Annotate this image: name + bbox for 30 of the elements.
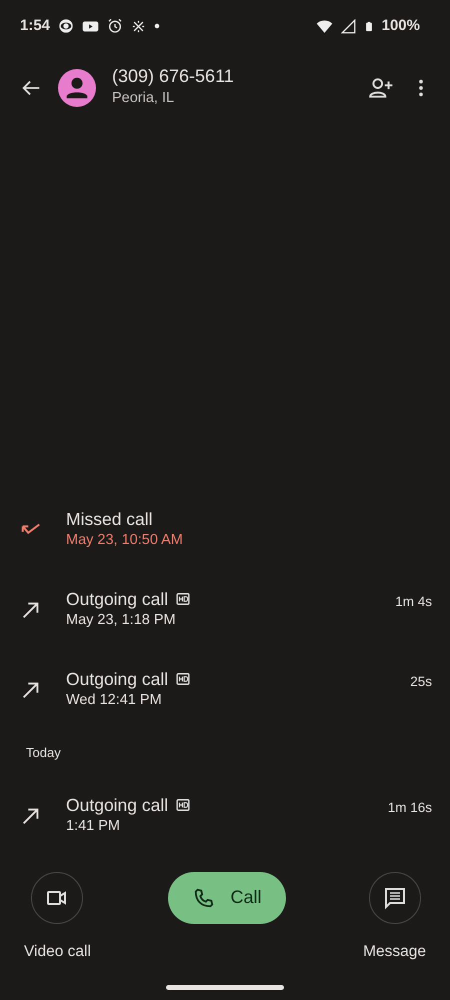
- status-time: 1:54: [20, 16, 50, 36]
- call-time: May 23, 1:18 PM: [66, 611, 177, 630]
- call-type: Outgoing call: [66, 794, 168, 816]
- call-time: May 23, 10:50 AM: [66, 531, 183, 550]
- phone-icon: [192, 886, 214, 909]
- eye-icon: [58, 18, 74, 34]
- call-duration: 1m 16s: [388, 798, 432, 817]
- call-type: Outgoing call: [66, 588, 168, 610]
- signal-icon: [340, 18, 356, 34]
- call-duration: 1m 4s: [395, 592, 432, 611]
- action-label: Video call: [24, 942, 91, 962]
- video-call-button[interactable]: [31, 872, 84, 924]
- message-button[interactable]: [368, 872, 421, 924]
- call-type: Outgoing call: [66, 668, 168, 690]
- section-heading: Today: [26, 744, 61, 762]
- alarm-icon: [107, 18, 124, 34]
- call-button[interactable]: Call: [168, 872, 286, 924]
- battery-level: 100%: [382, 16, 420, 36]
- contact-location: Peoria, IL: [112, 88, 176, 108]
- call-time: 1:41 PM: [66, 817, 121, 836]
- call-duration: 25s: [410, 672, 432, 691]
- wifi-icon: [316, 18, 333, 34]
- avatar-icon: [58, 69, 96, 107]
- call-time: Wed 12:41 PM: [66, 691, 163, 710]
- cross-icon: [131, 18, 146, 34]
- message-icon: [382, 886, 407, 910]
- action-label: Message: [363, 942, 426, 962]
- phone-number: (309) 676-5611: [112, 66, 234, 88]
- dot-icon: [154, 23, 160, 29]
- call-type: Missed call: [66, 508, 153, 530]
